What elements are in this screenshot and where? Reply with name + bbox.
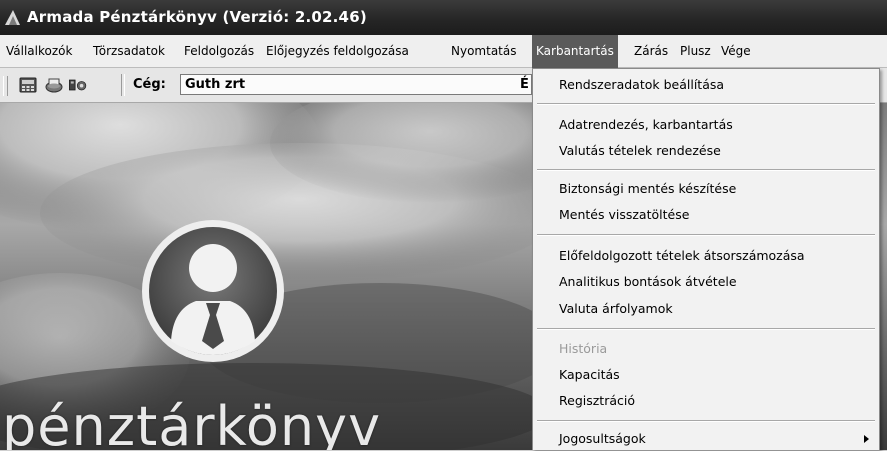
- menu-item-analitikus-bontasok-atvetele[interactable]: Analitikus bontások átvétele: [533, 270, 879, 294]
- menu-nyomtatas[interactable]: Nyomtatás: [447, 35, 520, 68]
- menu-item-historia: História: [559, 341, 608, 356]
- app-logo-icon: [5, 10, 20, 25]
- menu-item-elofeldolgozott-tetelek-atsorszamozasa[interactable]: Előfeldolgozott tételek átsorszámozása: [533, 244, 879, 268]
- settings-icon[interactable]: [68, 75, 88, 95]
- menu-item-biztonsagi-mentes-keszitese[interactable]: Biztonsági mentés készítése: [533, 177, 879, 201]
- menu-item-jogosultsagok[interactable]: Jogosultságok: [533, 427, 879, 451]
- toolbar-separator: [121, 74, 125, 96]
- menu-item-valuta-arfolyamok[interactable]: Valuta árfolyamok: [533, 297, 879, 321]
- menu-item-jogosultsagok-label: Jogosultságok: [559, 431, 646, 446]
- menu-item-mentes-visszatoltese[interactable]: Mentés visszatöltése: [533, 203, 879, 227]
- menu-item-valutas-tetelek-rendezese[interactable]: Valutás tételek rendezése: [533, 139, 879, 163]
- brand-logo-text: pénztárkönyv: [2, 395, 382, 450]
- menu-item-kapacitas[interactable]: Kapacitás: [533, 363, 879, 387]
- menu-feldolgozas[interactable]: Feldolgozás: [180, 35, 258, 68]
- menu-item-regisztracio[interactable]: Regisztráció: [533, 389, 879, 413]
- menu-separator: [537, 234, 875, 236]
- avatar: [142, 220, 284, 362]
- title-bar: Armada Pénztárkönyv (Verzió: 2.02.46): [0, 0, 887, 35]
- menu-vallalkozok[interactable]: Vállalkozók: [2, 35, 76, 68]
- submenu-arrow-icon: [864, 435, 869, 443]
- menu-separator: [537, 328, 875, 330]
- menu-item-adatrendezes-karbantartas[interactable]: Adatrendezés, karbantartás: [533, 113, 879, 137]
- menu-karbantartas[interactable]: Karbantartás: [532, 35, 618, 68]
- window-title: Armada Pénztárkönyv (Verzió: 2.02.46): [27, 8, 367, 26]
- menu-separator: [537, 169, 875, 171]
- calculator-icon[interactable]: [18, 75, 38, 95]
- karbantartas-dropdown-menu: Rendszeradatok beállítása Adatrendezés, …: [532, 68, 880, 450]
- menu-item-rendszeradatok-beallitasa[interactable]: Rendszeradatok beállítása: [533, 73, 879, 97]
- menu-separator: [537, 103, 875, 105]
- company-label: Cég:: [133, 77, 166, 92]
- toolbar-right-label: É: [520, 77, 529, 92]
- menu-plusz[interactable]: Plusz: [676, 35, 715, 68]
- menu-torzsadatok[interactable]: Törzsadatok: [89, 35, 169, 68]
- menu-separator: [537, 420, 875, 422]
- toolbar-grip[interactable]: [3, 76, 8, 96]
- printer-icon[interactable]: [44, 75, 64, 95]
- menu-elojegyzes-feldolgozasa[interactable]: Előjegyzés feldolgozása: [262, 35, 413, 68]
- menu-vege[interactable]: Vége: [717, 35, 755, 68]
- company-field[interactable]: Guth zrt: [180, 74, 532, 95]
- menu-zaras[interactable]: Zárás: [630, 35, 672, 68]
- menu-bar: Vállalkozók Törzsadatok Feldolgozás Előj…: [0, 35, 887, 68]
